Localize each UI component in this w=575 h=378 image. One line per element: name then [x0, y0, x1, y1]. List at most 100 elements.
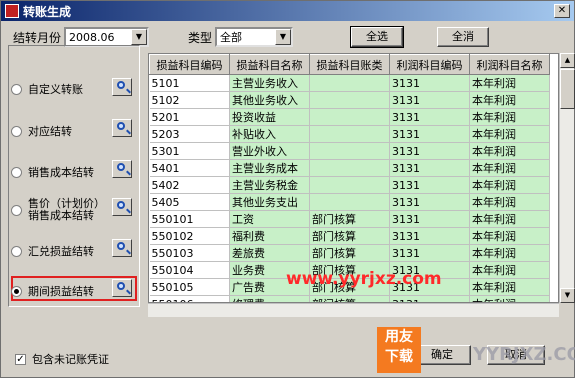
table-cell: 部门核算 — [309, 210, 390, 228]
month-select[interactable]: 2008.06 ▼ — [64, 27, 149, 47]
table-cell: 其他业务支出 — [229, 193, 310, 211]
table-cell: 部门核算 — [309, 295, 390, 302]
table-cell: 550104 — [149, 261, 230, 279]
table-cell: 3131 — [389, 108, 470, 126]
checkbox-box[interactable]: ✓ — [15, 353, 26, 365]
magnifier-icon — [117, 282, 125, 290]
search-button[interactable] — [112, 160, 132, 178]
app-icon — [5, 4, 19, 18]
table-cell — [309, 159, 390, 177]
magnifier-icon — [117, 242, 125, 250]
column-header[interactable]: 损益科目账类 — [309, 54, 390, 75]
table-cell: 550106 — [149, 295, 230, 302]
type-value: 全部 — [220, 31, 242, 44]
table-cell: 本年利润 — [469, 74, 550, 92]
horizontal-scrollbar[interactable] — [148, 303, 559, 317]
table-cell: 3131 — [389, 295, 470, 302]
option-label: 对应结转 — [28, 125, 72, 138]
table-cell: 本年利润 — [469, 159, 550, 177]
table-cell: 营业外收入 — [229, 142, 310, 160]
table-row[interactable]: 5402 主营业务税金 3131 本年利润 — [149, 176, 550, 194]
table-cell: 修理费 — [229, 295, 310, 302]
chevron-down-icon[interactable]: ▼ — [275, 29, 291, 45]
transfer-generation-window: 转账生成 ✕ 结转月份 2008.06 ▼ 类型 全部 ▼ 全选 全消 自定义转… — [0, 0, 575, 378]
include-unposted-label: 包含未记账凭证 — [32, 353, 109, 366]
table-row[interactable]: 550103 差旅费 部门核算 3131 本年利润 — [149, 244, 550, 262]
radio-button[interactable] — [11, 83, 22, 95]
scroll-up-icon[interactable]: ▲ — [560, 53, 575, 68]
month-value: 2008.06 — [69, 30, 115, 44]
window-title: 转账生成 — [23, 4, 72, 19]
table-cell: 主营业务成本 — [229, 159, 310, 177]
close-icon[interactable]: ✕ — [554, 4, 570, 18]
radio-button-selected[interactable] — [11, 285, 22, 297]
radio-button[interactable] — [11, 204, 22, 216]
include-unposted-checkbox[interactable]: ✓ 包含未记账凭证 — [15, 351, 109, 367]
radio-button[interactable] — [11, 166, 22, 178]
ok-button[interactable]: 确定 — [413, 345, 471, 365]
table-cell: 投资收益 — [229, 108, 310, 126]
search-button[interactable] — [112, 279, 132, 297]
table-cell: 福利费 — [229, 227, 310, 245]
table-row[interactable]: 550106修理费部门核算3131本年利润 — [149, 295, 550, 302]
watermark-site-url: www.yyrjxz.com — [286, 269, 442, 289]
table-row[interactable]: 550102 福利费 部门核算 3131 本年利润 — [149, 227, 550, 245]
table-cell: 其他业务收入 — [229, 91, 310, 109]
radio-button[interactable] — [11, 245, 22, 257]
option-label: 汇兑损益结转 — [28, 245, 94, 258]
table-cell: 部门核算 — [309, 227, 390, 245]
table-row[interactable]: 5203 补贴收入 3131 本年利润 — [149, 125, 550, 143]
table-cell: 部门核算 — [309, 244, 390, 262]
search-button[interactable] — [112, 119, 132, 137]
table-cell — [309, 142, 390, 160]
column-header[interactable]: 损益科目编码 — [149, 54, 230, 75]
table-cell: 主营业务税金 — [229, 176, 310, 194]
table-cell: 5402 — [149, 176, 230, 194]
logo-text-line2: 下载 — [385, 349, 413, 365]
table-cell — [309, 193, 390, 211]
radio-button[interactable] — [11, 125, 22, 137]
column-header[interactable]: 利润科目名称 — [469, 54, 550, 75]
search-button[interactable] — [112, 198, 132, 216]
table-cell: 550102 — [149, 227, 230, 245]
table-cell — [309, 74, 390, 92]
magnifier-icon — [117, 201, 125, 209]
table-row[interactable]: 550101 工资 部门核算 3131 本年利润 — [149, 210, 550, 228]
logo-text-line1: 用友 — [385, 329, 413, 345]
type-label: 类型 — [188, 31, 213, 45]
column-header[interactable]: 利润科目编码 — [389, 54, 470, 75]
chevron-down-icon[interactable]: ▼ — [131, 29, 147, 45]
table-cell: 本年利润 — [469, 244, 550, 262]
table-cell — [309, 176, 390, 194]
magnifier-icon — [117, 122, 125, 130]
select-all-button[interactable]: 全选 — [350, 26, 404, 48]
table-cell: 工资 — [229, 210, 310, 228]
table-cell: 本年利润 — [469, 125, 550, 143]
search-button[interactable] — [112, 78, 132, 96]
option-label: 销售成本结转 — [28, 166, 94, 179]
table-cell: 5101 — [149, 74, 230, 92]
table-cell: 5401 — [149, 159, 230, 177]
table-cell: 3131 — [389, 176, 470, 194]
option-label-wrap: 售价（计划价） 销售成本结转 — [28, 198, 105, 222]
table-row[interactable]: 5301 营业外收入 3131 本年利润 — [149, 142, 550, 160]
table-cell — [309, 91, 390, 109]
search-button[interactable] — [112, 239, 132, 257]
type-select[interactable]: 全部 ▼ — [215, 27, 293, 47]
table-cell: 本年利润 — [469, 176, 550, 194]
column-header[interactable]: 损益科目名称 — [229, 54, 310, 75]
month-label: 结转月份 — [13, 31, 62, 45]
scroll-thumb[interactable] — [560, 69, 575, 109]
deselect-all-button[interactable]: 全消 — [437, 27, 489, 47]
scroll-down-icon[interactable]: ▼ — [560, 288, 575, 303]
table-cell: 5102 — [149, 91, 230, 109]
account-grid[interactable]: 损益科目编码 损益科目名称 损益科目账类 利润科目编码 利润科目名称 5101 主… — [148, 53, 559, 303]
table-row[interactable]: 5201 投资收益 3131 本年利润 — [149, 108, 550, 126]
table-cell: 3131 — [389, 193, 470, 211]
table-row[interactable]: 5405 其他业务支出 3131 本年利润 — [149, 193, 550, 211]
vertical-scrollbar[interactable]: ▲ ▼ — [559, 53, 575, 303]
table-cell: 3131 — [389, 91, 470, 109]
table-row[interactable]: 5101 主营业务收入 3131 本年利润 — [149, 74, 550, 92]
table-row[interactable]: 5401 主营业务成本 3131 本年利润 — [149, 159, 550, 177]
table-row[interactable]: 5102 其他业务收入 3131 本年利润 — [149, 91, 550, 109]
